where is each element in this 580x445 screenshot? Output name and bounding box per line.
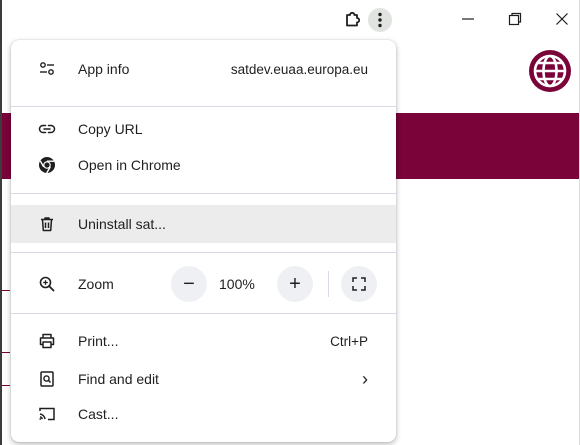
link-icon	[38, 120, 56, 138]
app-menu-button[interactable]	[368, 8, 392, 32]
menu-item-label: Find and edit	[78, 371, 159, 387]
three-dots-icon	[378, 12, 382, 28]
chrome-icon	[38, 156, 56, 174]
page-edge-mark	[2, 352, 10, 353]
menu-item-zoom: Zoom − 100% +	[11, 262, 396, 306]
zoom-out-button[interactable]: −	[171, 266, 207, 302]
minimize-icon	[462, 18, 474, 20]
printer-icon	[38, 332, 56, 350]
menu-item-cast[interactable]: Cast...	[11, 395, 396, 433]
restore-icon	[508, 12, 522, 26]
menu-item-print[interactable]: Print... Ctrl+P	[11, 322, 396, 360]
app-origin-text: satdev.euaa.europa.eu	[230, 61, 368, 77]
fullscreen-button[interactable]	[341, 266, 377, 302]
chevron-right-icon: ›	[362, 368, 368, 389]
menu-item-open-in-chrome[interactable]: Open in Chrome	[11, 146, 396, 184]
menu-item-label: Print...	[78, 333, 119, 349]
menu-separator	[11, 252, 396, 253]
close-icon	[556, 13, 568, 25]
trash-icon	[38, 215, 56, 233]
zoom-level: 100%	[219, 276, 255, 292]
menu-separator	[11, 193, 396, 194]
zoom-in-icon	[38, 275, 56, 293]
menu-item-label: Uninstall sat...	[78, 216, 166, 232]
menu-item-label: Open in Chrome	[78, 157, 181, 173]
menu-item-label: App info	[78, 61, 130, 77]
menu-item-uninstall[interactable]: Uninstall sat...	[11, 205, 396, 243]
zoom-in-button[interactable]: +	[277, 266, 313, 302]
menu-separator	[11, 313, 396, 314]
menu-item-label: Cast...	[78, 406, 119, 422]
find-page-icon	[38, 370, 56, 388]
page-edge-mark	[2, 290, 10, 291]
cast-icon	[38, 405, 56, 423]
globe-icon	[529, 50, 571, 92]
close-button[interactable]	[547, 6, 577, 32]
menu-item-label: Zoom	[78, 276, 114, 292]
zoom-divider	[328, 271, 329, 297]
app-context-menu: App info satdev.euaa.europa.eu Copy URL …	[11, 40, 396, 442]
menu-item-copy-url[interactable]: Copy URL	[11, 110, 396, 148]
minimize-button[interactable]	[453, 6, 483, 32]
print-shortcut: Ctrl+P	[330, 333, 368, 349]
menu-item-label: Copy URL	[78, 121, 143, 137]
menu-separator	[11, 106, 396, 107]
window-border-left	[0, 0, 2, 445]
page-edge-mark	[2, 385, 10, 386]
restore-button[interactable]	[500, 6, 530, 32]
menu-item-find-and-edit[interactable]: Find and edit ›	[11, 360, 396, 398]
puzzle-icon	[346, 11, 361, 27]
tune-icon	[38, 60, 56, 78]
title-bar	[0, 0, 580, 38]
menu-item-app-info[interactable]: App info satdev.euaa.europa.eu	[11, 50, 396, 88]
fullscreen-icon	[352, 277, 366, 291]
extensions-button[interactable]	[340, 6, 366, 32]
